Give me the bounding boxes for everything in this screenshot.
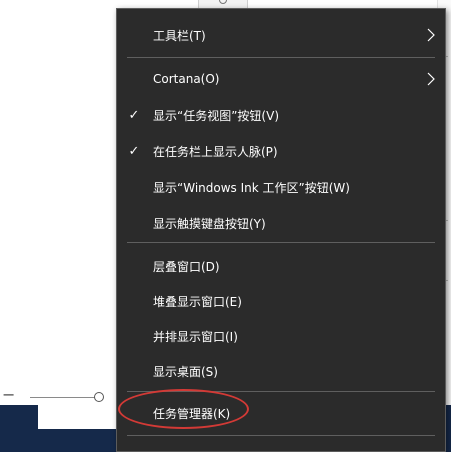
menu-item-toolbars[interactable]: 工具栏(T) — [117, 19, 445, 51]
menu-item-cortana[interactable]: Cortana(O) — [117, 63, 445, 95]
menu-separator — [127, 391, 435, 392]
menu-item-label: 并排显示窗口(I) — [153, 329, 238, 344]
tab-glyph-icon — [219, 0, 227, 4]
menu-separator — [127, 242, 435, 243]
taskbar-context-menu: 工具栏(T) Cortana(O) ✓ 显示“任务视图”按钮(V) ✓ 在任务栏… — [116, 8, 446, 452]
menu-item-label: 显示“Windows Ink 工作区”按钮(W) — [153, 180, 350, 195]
checkmark-icon: ✓ — [128, 143, 140, 159]
menu-item-label: 在任务栏上显示人脉(P) — [153, 144, 278, 159]
menu-item-show-touch-keyboard-button[interactable]: 显示触摸键盘按钮(Y) — [117, 207, 445, 239]
menu-item-cascade-windows[interactable]: 层叠窗口(D) — [117, 250, 445, 282]
menu-item-label: 堆叠显示窗口(E) — [153, 294, 242, 309]
menu-item-label: 层叠窗口(D) — [153, 259, 220, 274]
menu-separator — [127, 57, 435, 58]
menu-item-label: 显示桌面(S) — [153, 364, 218, 379]
menu-item-show-windows-ink-button[interactable]: 显示“Windows Ink 工作区”按钮(W) — [117, 171, 445, 203]
menu-item-task-manager[interactable]: 任务管理器(K) — [117, 397, 445, 429]
menu-item-show-people[interactable]: ✓ 在任务栏上显示人脉(P) — [117, 135, 445, 167]
menu-item-show-task-view-button[interactable]: ✓ 显示“任务视图”按钮(V) — [117, 99, 445, 131]
chevron-right-icon — [427, 28, 435, 42]
zoom-control: − — [0, 384, 118, 412]
menu-item-side-by-side-windows[interactable]: 并排显示窗口(I) — [117, 320, 445, 352]
zoom-slider-thumb[interactable] — [94, 392, 104, 402]
menu-item-label: Cortana(O) — [153, 72, 220, 86]
menu-item-stack-windows[interactable]: 堆叠显示窗口(E) — [117, 285, 445, 317]
zoom-slider-track[interactable] — [30, 397, 100, 398]
menu-item-show-desktop[interactable]: 显示桌面(S) — [117, 355, 445, 387]
checkmark-icon: ✓ — [128, 107, 140, 123]
chevron-right-icon — [427, 72, 435, 86]
zoom-out-button[interactable]: − — [2, 387, 16, 403]
menu-separator — [127, 435, 435, 436]
menu-item-label: 任务管理器(K) — [153, 406, 231, 421]
menu-item-label: 显示触摸键盘按钮(Y) — [153, 216, 266, 231]
menu-item-label: 显示“任务视图”按钮(V) — [153, 108, 280, 123]
menu-item-label: 工具栏(T) — [153, 28, 206, 43]
